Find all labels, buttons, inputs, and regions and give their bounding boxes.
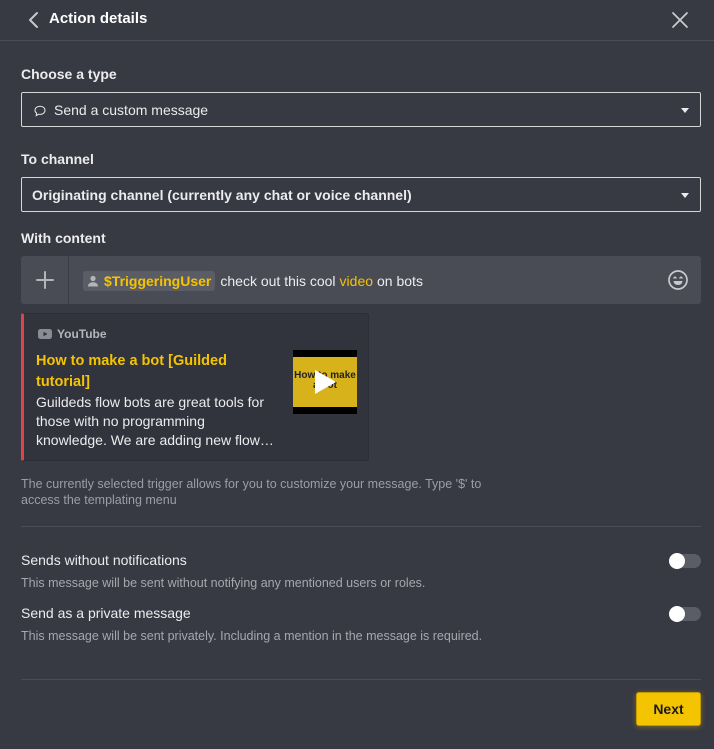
- type-select-value: Send a custom message: [54, 102, 209, 118]
- silent-option-title: Sends without notifications: [21, 552, 187, 568]
- toggle-knob: [669, 553, 685, 569]
- silent-toggle[interactable]: [669, 553, 701, 569]
- back-arrow-icon[interactable]: [24, 10, 44, 30]
- video-thumbnail[interactable]: How to make a bot: [293, 350, 357, 414]
- play-icon[interactable]: [315, 370, 336, 394]
- private-option-title: Send as a private message: [21, 605, 191, 621]
- message-composer[interactable]: $TriggeringUser check out this cool vide…: [21, 256, 701, 304]
- type-select[interactable]: Send a custom message: [21, 92, 701, 127]
- close-icon[interactable]: [670, 10, 690, 30]
- divider: [21, 679, 701, 680]
- embed-title-link[interactable]: How to make a bot [Guilded tutorial]: [36, 351, 264, 393]
- plus-icon: [36, 271, 54, 289]
- youtube-icon: [38, 329, 52, 339]
- youtube-embed: YouTube How to make a bot [Guilded tutor…: [21, 313, 369, 461]
- embed-description-line: knowledge. We are adding new flow…: [36, 432, 274, 448]
- modal-title: Action details: [49, 10, 148, 27]
- user-icon: [88, 275, 98, 287]
- embed-provider: YouTube: [38, 327, 107, 341]
- add-attachment-button[interactable]: [21, 256, 69, 304]
- mention-name: $TriggeringUser: [104, 273, 212, 289]
- silent-option-description: This message will be sent without notify…: [21, 576, 426, 590]
- composer-text-before: check out this cool: [220, 273, 336, 289]
- composer-link-word[interactable]: video: [340, 273, 373, 289]
- channel-select-value: Originating channel (currently any chat …: [32, 187, 412, 203]
- chevron-down-icon: [681, 108, 689, 113]
- templating-hint: The currently selected trigger allows fo…: [21, 477, 482, 507]
- modal-header: Action details: [0, 0, 714, 41]
- private-toggle[interactable]: [669, 606, 701, 622]
- composer-text[interactable]: $TriggeringUser check out this cool vide…: [83, 271, 423, 291]
- type-label: Choose a type: [21, 66, 117, 82]
- channel-label: To channel: [21, 151, 94, 167]
- next-button[interactable]: Next: [636, 692, 701, 726]
- embed-description-line: those with no programming: [36, 413, 205, 429]
- chevron-down-icon: [681, 193, 689, 198]
- message-bubble-icon: [34, 104, 46, 117]
- embed-description: Guildeds flow bots are great tools for t…: [36, 393, 284, 450]
- private-option-description: This message will be sent privately. Inc…: [21, 629, 483, 643]
- composer-text-after: on bots: [377, 273, 423, 289]
- embed-description-line: Guildeds flow bots are great tools for: [36, 394, 265, 410]
- mention-chip[interactable]: $TriggeringUser: [83, 271, 216, 291]
- toggle-knob: [669, 606, 685, 622]
- content-label: With content: [21, 230, 106, 246]
- channel-select[interactable]: Originating channel (currently any chat …: [21, 177, 701, 212]
- emoji-icon[interactable]: [667, 269, 689, 291]
- embed-provider-name: YouTube: [57, 327, 107, 341]
- divider: [21, 526, 701, 527]
